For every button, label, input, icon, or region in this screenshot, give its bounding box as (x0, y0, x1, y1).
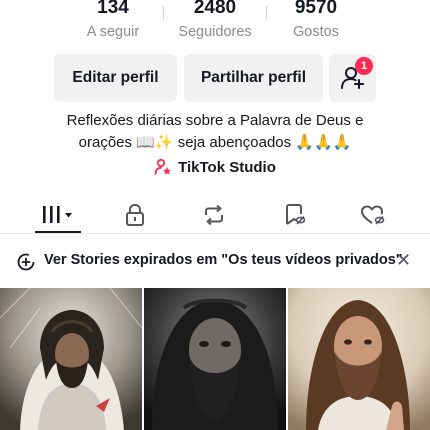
likes-count: 9570 (294, 0, 338, 18)
profile-bio: Reflexões diárias sobre a Palavra de Deu… (0, 110, 430, 154)
studio-label: TikTok Studio (178, 158, 276, 176)
edit-profile-button[interactable]: Editar perfil (54, 54, 177, 102)
video-thumbnail-image (0, 288, 142, 430)
share-profile-button[interactable]: Partilhar perfil (184, 54, 323, 102)
likes-stat[interactable]: 9570 Gostos (261, 0, 371, 42)
profile-stats: 134 A seguir 2480 Seguidores 9570 Gostos (0, 0, 430, 42)
add-friends-button[interactable]: 1 (329, 54, 376, 102)
tab-reposts[interactable] (184, 196, 244, 233)
bookmark-hidden-icon (286, 203, 306, 225)
studio-icon (154, 158, 172, 175)
tab-favorites[interactable] (264, 196, 324, 233)
heart-hidden-icon (361, 205, 385, 225)
followers-label: Seguidores (178, 24, 252, 40)
lock-icon (126, 203, 144, 226)
profile-tabs (0, 196, 430, 234)
following-count: 134 (97, 0, 129, 18)
followers-stat[interactable]: 2480 Seguidores (160, 0, 270, 42)
banner-text: Ver Stories expirados em "Os teus vídeos… (44, 252, 403, 268)
expired-stories-banner[interactable]: Ver Stories expirados em "Os teus vídeos… (0, 244, 430, 278)
bio-line: orações 📖✨ seja abençoados 🙏🙏🙏 (78, 134, 352, 151)
bio-line: Reflexões diárias sobre a Palavra de Deu… (66, 112, 364, 129)
grid-icon (43, 205, 72, 223)
followers-count: 2480 (193, 0, 237, 18)
notification-badge: 1 (355, 57, 373, 75)
video-thumbnail-image (144, 288, 286, 430)
video-thumbnail[interactable] (288, 288, 430, 430)
tab-liked[interactable] (343, 196, 403, 233)
active-tab-indicator (35, 231, 81, 233)
close-icon[interactable]: ✕ (396, 251, 411, 269)
tiktok-studio-link[interactable]: TikTok Studio (0, 158, 430, 176)
tab-videos[interactable] (28, 196, 88, 233)
tab-private[interactable] (105, 196, 165, 233)
likes-label: Gostos (293, 24, 339, 40)
video-thumbnail-image (288, 288, 430, 430)
repost-icon (205, 204, 223, 225)
add-story-icon (17, 253, 35, 271)
following-stat[interactable]: 134 A seguir (58, 0, 168, 42)
following-label: A seguir (86, 24, 140, 40)
video-grid (0, 288, 430, 430)
video-thumbnail[interactable] (144, 288, 286, 430)
video-thumbnail[interactable] (0, 288, 142, 430)
